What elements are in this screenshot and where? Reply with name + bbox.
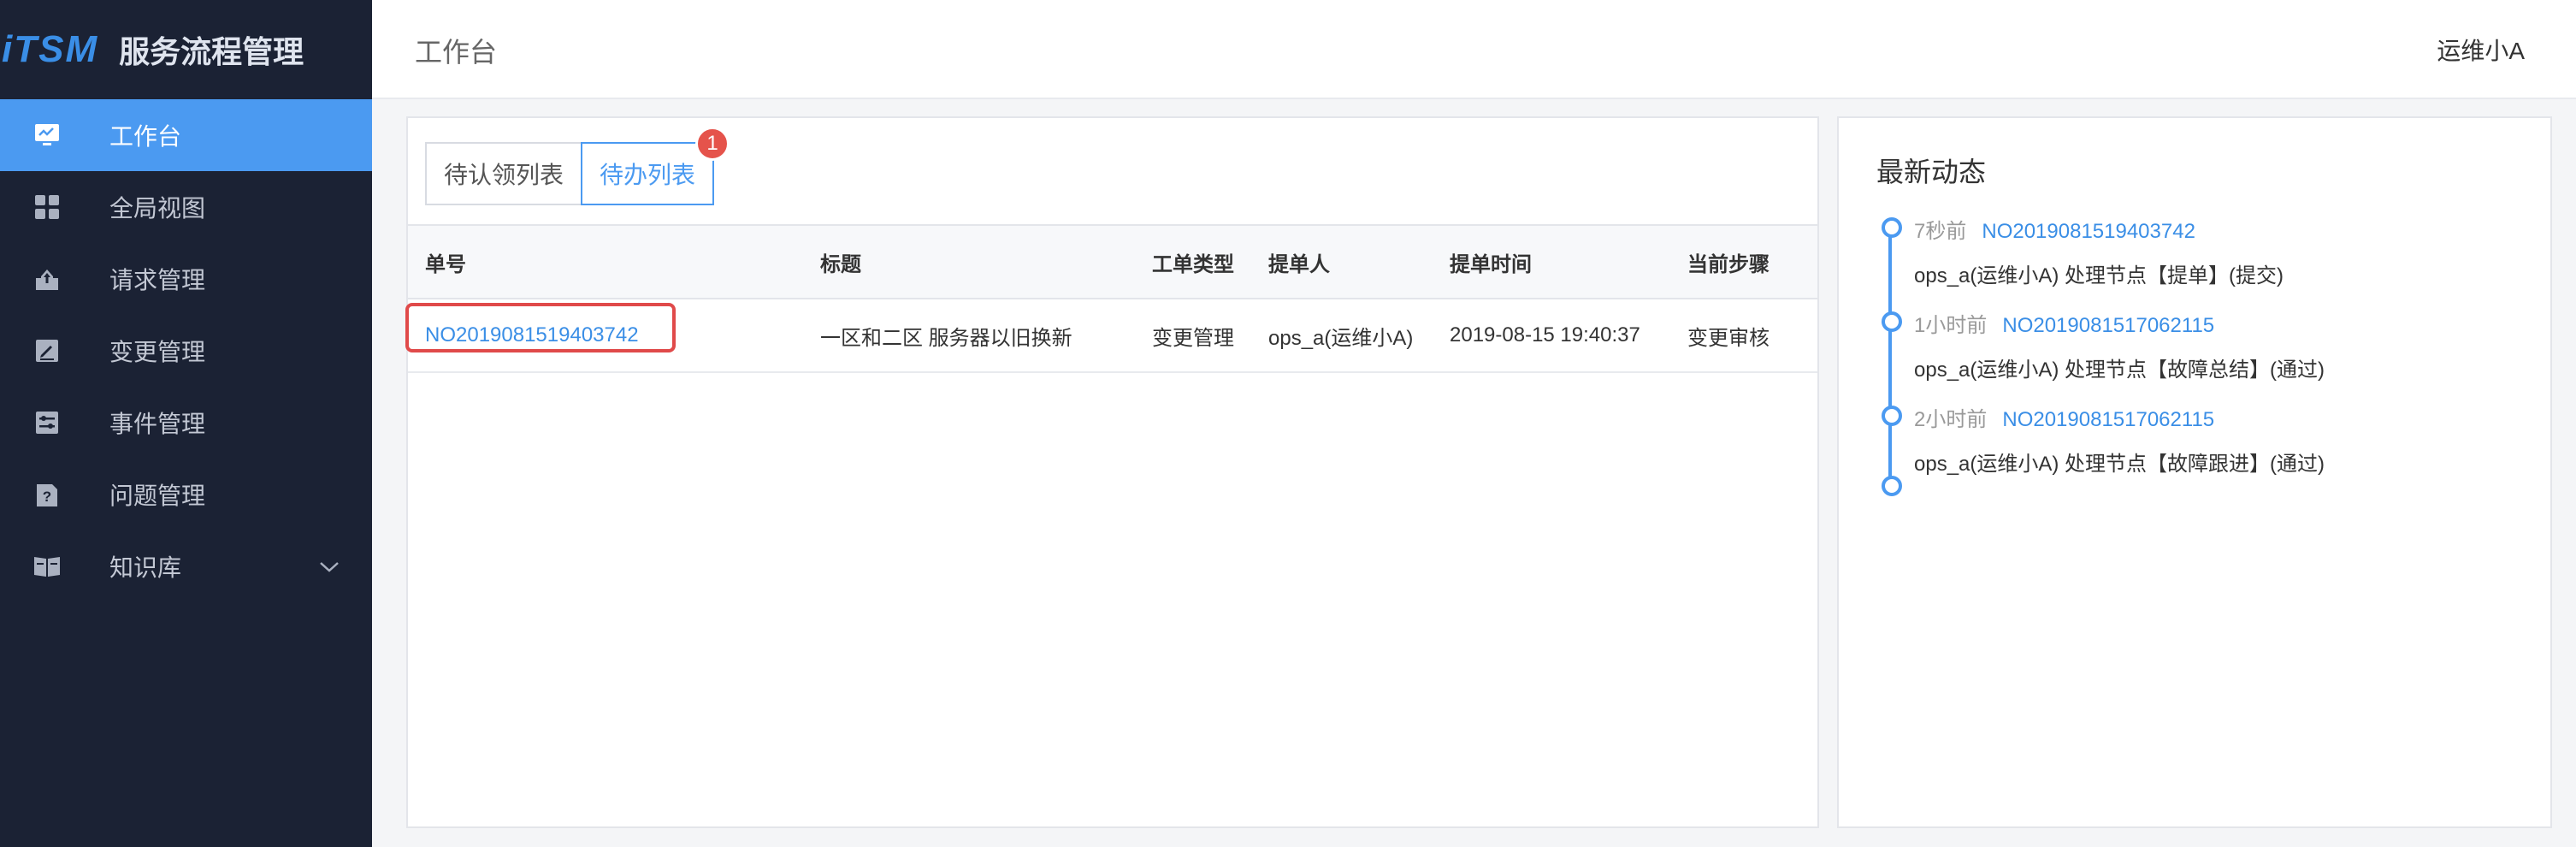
sidebar-item-label: 全局视图 [109, 195, 206, 222]
brand: iTSM 服务流程管理 [0, 0, 372, 99]
sidebar-item-label: 请求管理 [109, 267, 206, 293]
top-header: 工作台 运维小A [372, 0, 2576, 99]
sidebar-item-label: 变更管理 [109, 339, 206, 365]
activity-desc: ops_a(运维小A) 处理节点【故障总结】(通过) [1914, 358, 2325, 382]
grid-icon [32, 192, 62, 222]
activity-meta: 7秒前 NO2019081519403742 [1914, 214, 2195, 244]
timeline-dot [1882, 311, 1902, 332]
sidebar-item-label: 问题管理 [109, 483, 206, 509]
activity-panel: 最新动态 7秒前 NO2019081519403742 ops_a(运维小A) 处… [1837, 116, 2552, 828]
timeline-dot [1882, 217, 1902, 238]
activity-ticket-link[interactable]: NO2019081517062115 [2002, 408, 2214, 431]
tab-label: 待办列表 [600, 162, 696, 188]
ticket-submitter: ops_a(运维小A) [1268, 326, 1414, 350]
column-header: 标题 [820, 252, 861, 276]
sliders-icon [32, 408, 62, 437]
sidebar-item-label: 事件管理 [109, 411, 206, 437]
ticket-number-link[interactable]: NO2019081519403742 [425, 299, 639, 371]
page-title: 工作台 [415, 37, 498, 68]
book-icon [32, 552, 62, 581]
sidebar-item-label: 工作台 [109, 123, 182, 150]
task-tabs: 待认领列表 待办列表 1 [425, 127, 730, 205]
activity-time: 7秒前 [1914, 220, 1967, 243]
activity-title: 最新动态 [1876, 157, 1987, 187]
activity-desc: ops_a(运维小A) 处理节点【提单】(提交) [1914, 264, 2284, 287]
ticket-table: 单号 标题 工单类型 提单人 提单时间 当前步骤 NO2019081519403… [408, 224, 1817, 373]
question-doc-icon: ? [32, 480, 62, 509]
monitor-icon [32, 121, 62, 150]
activity-time: 1小时前 [1914, 314, 1988, 337]
column-header: 工单类型 [1152, 252, 1234, 276]
activity-time: 2小时前 [1914, 408, 1988, 431]
table-row: NO2019081519403742 一区和二区 服务器以旧换新 变更管理 op… [408, 299, 1817, 373]
task-panel: 待认领列表 待办列表 1 单号 标题 工单类型 提单人 提单时间 当前步骤 NO… [406, 116, 1819, 828]
sidebar: iTSM 服务流程管理 工作台 全局视图 请求管理 变更管理 事件管理 ? 问题… [0, 0, 372, 847]
sidebar-item-label: 知识库 [109, 554, 182, 581]
sidebar-item-change[interactable]: 变更管理 [0, 315, 372, 387]
sidebar-item-request[interactable]: 请求管理 [0, 243, 372, 315]
chevron-down-icon[interactable] [317, 554, 341, 584]
sidebar-item-workbench[interactable]: 工作台 [0, 99, 372, 171]
ticket-current-step: 变更审核 [1687, 326, 1770, 350]
ticket-type: 变更管理 [1152, 326, 1234, 350]
activity-meta: 2小时前 NO2019081517062115 [1914, 402, 2214, 432]
activity-ticket-link[interactable]: NO2019081517062115 [2002, 314, 2214, 337]
ticket-title: 一区和二区 服务器以旧换新 [820, 326, 1072, 350]
column-header: 当前步骤 [1687, 252, 1770, 276]
ticket-submit-time: 2019-08-15 19:40:37 [1450, 323, 1640, 346]
column-header: 单号 [425, 252, 466, 276]
svg-text:?: ? [43, 489, 51, 505]
activity-ticket-link[interactable]: NO2019081519403742 [1982, 220, 2195, 243]
timeline-line [1888, 228, 1892, 484]
table-header: 单号 标题 工单类型 提单人 提单时间 当前步骤 [408, 224, 1817, 299]
timeline-dot [1882, 406, 1902, 426]
column-header: 提单人 [1268, 252, 1330, 276]
tab-todo[interactable]: 待办列表 1 [581, 127, 730, 205]
upload-icon [32, 264, 62, 293]
sidebar-item-global-view[interactable]: 全局视图 [0, 171, 372, 243]
sidebar-item-incident[interactable]: 事件管理 [0, 387, 372, 459]
sidebar-item-knowledge[interactable]: 知识库 [0, 530, 372, 602]
brand-name: 服务流程管理 [119, 34, 304, 69]
tab-pending-claim[interactable]: 待认领列表 [425, 142, 583, 205]
column-header: 提单时间 [1450, 252, 1532, 276]
timeline-end-dot [1882, 476, 1902, 496]
sidebar-item-problem[interactable]: ? 问题管理 [0, 459, 372, 530]
user-menu[interactable]: 运维小A [2437, 33, 2525, 67]
edit-icon [32, 336, 62, 365]
activity-meta: 1小时前 NO2019081517062115 [1914, 308, 2214, 338]
tab-label: 待认领列表 [444, 162, 564, 188]
itsm-logo: iTSM [2, 28, 99, 70]
count-badge: 1 [695, 127, 730, 161]
activity-desc: ops_a(运维小A) 处理节点【故障跟进】(通过) [1914, 453, 2325, 476]
